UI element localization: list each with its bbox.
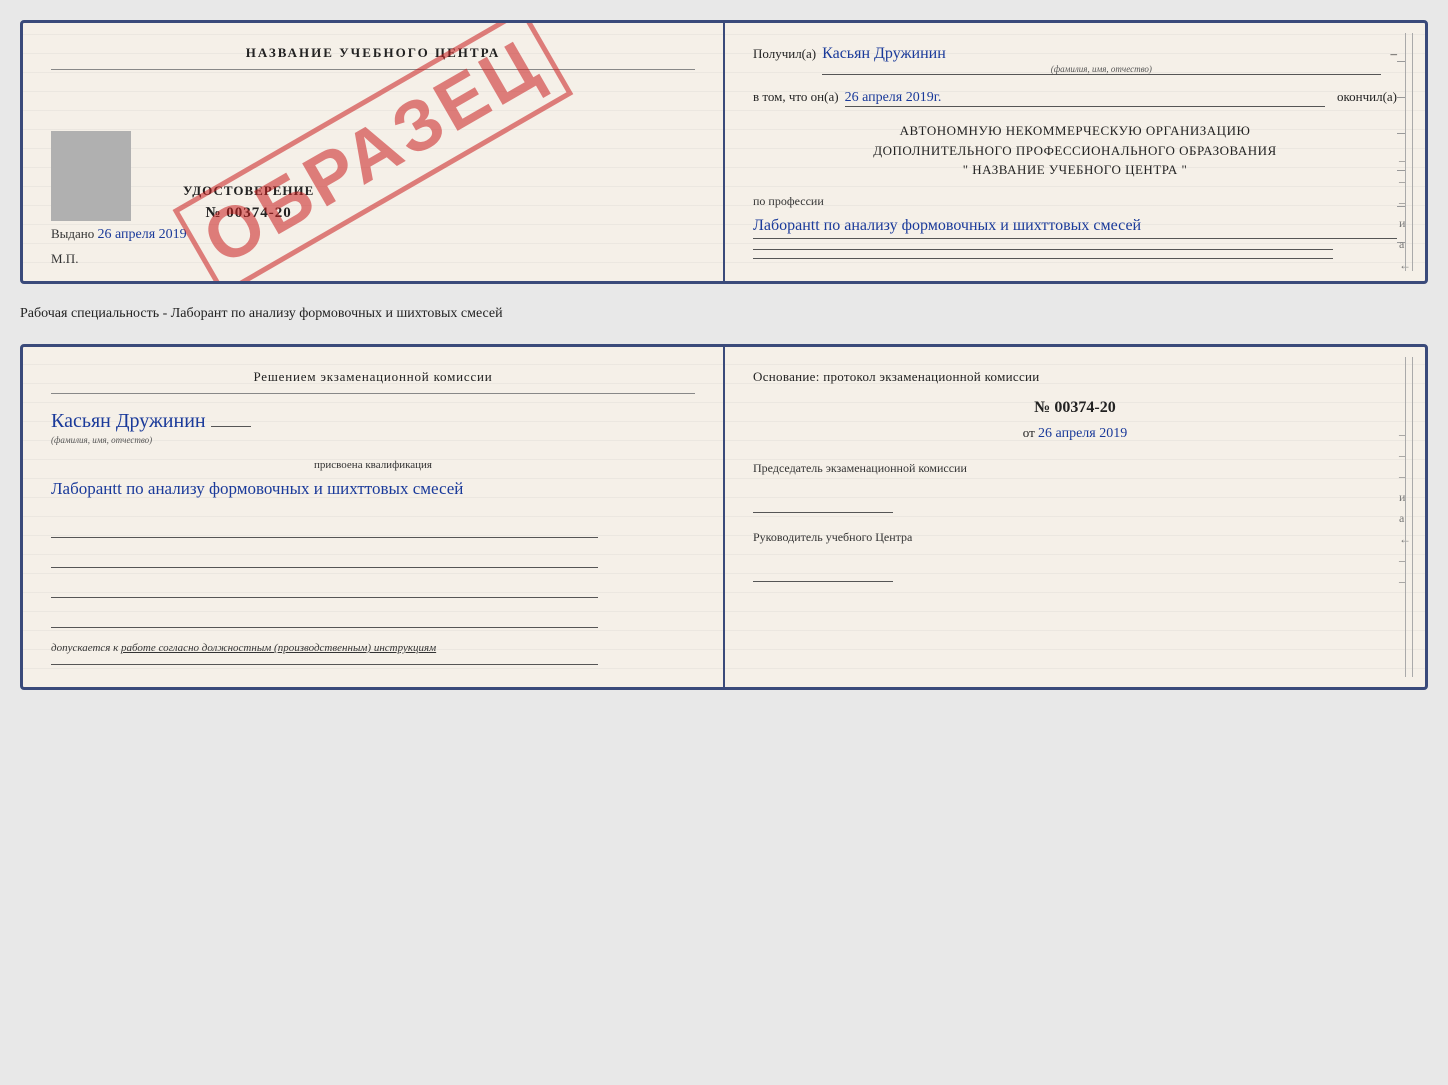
qual-label: присвоена квалификация [51,459,695,471]
received-line: Получил(а) Касьян Дружинин (фамилия, имя… [753,45,1397,75]
date-prefix: от [1023,425,1035,440]
completed-suffix: окончил(а) [1337,89,1397,105]
right-side-chars: – – – и а ← – – [1399,153,1411,284]
specialty-line: Рабочая специальность - Лаборант по анал… [20,302,1428,326]
chairman-sig-line [753,497,893,513]
completed-line: в том, что он(а) 26 апреля 2019г. окончи… [753,89,1397,107]
rukov-sig-line [753,566,893,582]
mp-label: М.П. [51,251,78,267]
dopusk-text: допускается к работе согласно должностны… [51,642,695,654]
bottom-card-right: Основание: протокол экзаменационной коми… [725,347,1425,687]
issued-date: 26 апреля 2019 [98,227,187,242]
org-line1: АВТОНОМНУЮ НЕКОММЕРЧЕСКУЮ ОРГАНИЗАЦИЮ [753,121,1397,141]
underlines-block [753,249,1397,259]
dopusk-value: работе согласно должностным (производств… [121,642,436,654]
rukov-block: Руководитель учебного Центра [753,529,1397,582]
protocol-date: от 26 апреля 2019 [753,425,1397,442]
person-name-sub: (фамилия, имя, отчество) [51,435,695,445]
top-card-left: НАЗВАНИЕ УЧЕБНОГО ЦЕНТРА ОБРАЗЕЦ УДОСТОВ… [23,23,725,281]
top-document-card: НАЗВАНИЕ УЧЕБНОГО ЦЕНТРА ОБРАЗЕЦ УДОСТОВ… [20,20,1428,284]
sig-line-3 [51,582,598,598]
bottom-document-card: Решением экзаменационной комиссии Касьян… [20,344,1428,690]
sig-lines [51,522,695,628]
commission-block: Председатель экзаменационной комиссии [753,460,1397,513]
bottom-card-left: Решением экзаменационной комиссии Касьян… [23,347,725,687]
name-sub: (фамилия, имя, отчество) [822,64,1380,74]
top-card-right: Получил(а) Касьян Дружинин (фамилия, имя… [725,23,1425,281]
profession-label: по профессии [753,194,1397,209]
chairman-label: Председатель экзаменационной комиссии [753,460,1397,477]
sig-line-1 [51,522,598,538]
issued-block: Выдано 26 апреля 2019 [51,226,187,243]
received-name: Касьян Дружинин (фамилия, имя, отчество) [822,45,1380,75]
protocol-number: № 00374-20 [753,399,1397,417]
resheniem-heading: Решением экзаменационной комиссии [51,369,695,394]
dopusk-underline [51,664,598,665]
date-value: 26 апреля 2019 [1038,426,1127,441]
cert-title: НАЗВАНИЕ УЧЕБНОГО ЦЕНТРА [51,45,695,70]
org-line3: " НАЗВАНИЕ УЧЕБНОГО ЦЕНТРА " [753,160,1397,180]
person-name: Касьян Дружинин [51,410,695,433]
cert-number: № 00374-20 [183,205,314,222]
completed-date: 26 апреля 2019г. [845,90,1325,107]
page-wrapper: НАЗВАНИЕ УЧЕБНОГО ЦЕНТРА ОБРАЗЕЦ УДОСТОВ… [20,20,1428,690]
profession-text: Лаборанtt по анализу формовочных и шихтт… [753,213,1397,240]
received-label: Получил(а) [753,46,816,62]
sig-line-4 [51,612,598,628]
org-line2: ДОПОЛНИТЕЛЬНОГО ПРОФЕССИОНАЛЬНОГО ОБРАЗО… [753,141,1397,161]
qual-text: Лаборанtt по анализу формовочных и шихтт… [51,475,695,504]
right-side-chars-bottom: – – – и а ← – – [1399,427,1411,589]
osnov-title: Основание: протокол экзаменационной коми… [753,369,1397,385]
sig-line-2 [51,552,598,568]
rukov-label: Руководитель учебного Центра [753,529,1397,546]
issued-label: Выдано [51,226,94,241]
completed-prefix: в том, что он(а) [753,89,839,105]
udost-block: УДОСТОВЕРЕНИЕ № 00374-20 [183,183,314,222]
udost-heading: УДОСТОВЕРЕНИЕ [183,183,314,199]
org-block: АВТОНОМНУЮ НЕКОММЕРЧЕСКУЮ ОРГАНИЗАЦИЮ ДО… [753,121,1397,180]
dopusk-label: допускается к [51,642,118,654]
photo-placeholder [51,131,131,221]
